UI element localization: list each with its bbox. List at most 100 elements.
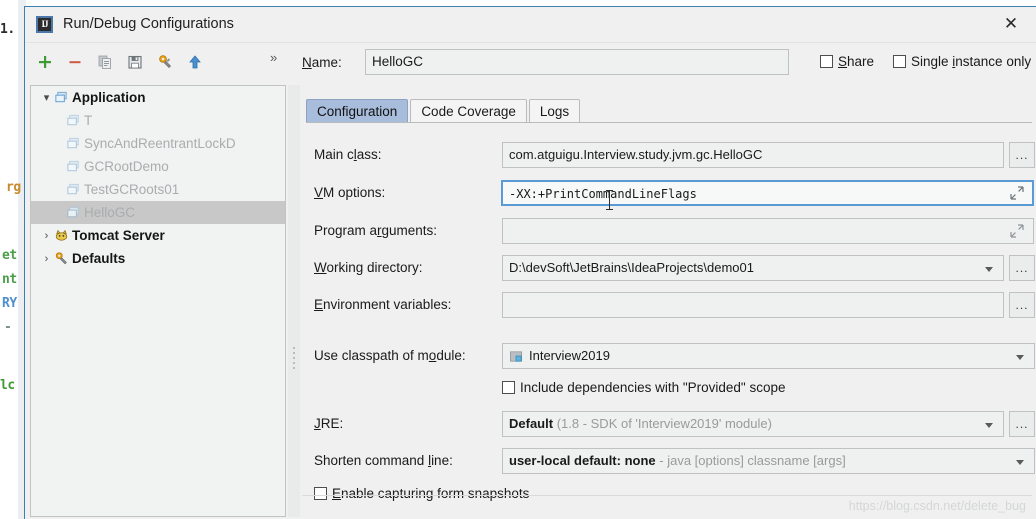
chevron-down-icon[interactable]: ▾ [39, 91, 54, 104]
tree-node-gcrootdemo[interactable]: GCRootDemo [31, 155, 285, 178]
shorten-value-detail: - java [options] classname [args] [659, 453, 846, 468]
configurations-tree[interactable]: ▾ Application T SyncAndReentrantLockD GC… [30, 85, 286, 517]
bg-code-line: RY [2, 296, 17, 311]
shorten-command-line-label: Shorten command line: [314, 453, 453, 468]
environment-variables-input[interactable] [502, 292, 1004, 318]
tree-node-label: Defaults [72, 251, 126, 266]
tree-node-label: Application [72, 90, 146, 105]
jre-browse-button[interactable]: ... [1009, 411, 1035, 437]
program-arguments-row: Program arguments: [302, 218, 1034, 246]
tabs-underline [306, 122, 1032, 123]
chevron-right-icon[interactable]: › [39, 230, 54, 242]
shorten-command-line-row: Shorten command line: user-local default… [302, 448, 1035, 476]
program-arguments-input[interactable] [502, 218, 1034, 244]
watermark: https://blog.csdn.net/delete_bug [848, 499, 1026, 513]
application-icon [66, 159, 84, 174]
checkbox-box [893, 55, 906, 68]
checkbox-box [314, 487, 327, 500]
form-footer-divider [302, 495, 1032, 496]
main-class-row: Main class: com.atguigu.Interview.study.… [302, 142, 1035, 170]
expand-arrows-icon[interactable] [1010, 224, 1024, 238]
jre-select[interactable]: Default (1.8 - SDK of 'Interview2019' mo… [502, 411, 1004, 437]
text-cursor [606, 190, 613, 210]
include-provided-scope-checkbox[interactable]: Include dependencies with "Provided" sco… [502, 380, 786, 395]
tree-node-application[interactable]: ▾ Application [31, 86, 285, 109]
run-debug-configurations-dialog: IJ Run/Debug Configurations ✕ » Name: He… [24, 6, 1036, 519]
working-directory-row: Working directory: D:\devSoft\JetBrains\… [302, 255, 1035, 283]
use-classpath-of-module-row: Use classpath of module: Interview2019 [302, 343, 1035, 371]
environment-variables-label: Environment variables: [314, 297, 452, 312]
main-class-input[interactable]: com.atguigu.Interview.study.jvm.gc.Hello… [502, 142, 1004, 168]
jre-label: JRE: [314, 416, 344, 431]
shorten-value-bold: user-local default: none [509, 453, 656, 468]
expand-arrows-icon[interactable] [1010, 186, 1024, 200]
tree-node-label: SyncAndReentrantLockD [84, 136, 236, 151]
wrench-icon [54, 251, 72, 266]
share-checkbox[interactable]: Share [820, 54, 874, 69]
environment-variables-browse-button[interactable]: ... [1009, 292, 1035, 318]
use-classpath-of-module-select[interactable]: Interview2019 [502, 343, 1035, 369]
tree-node-tomcat-server[interactable]: › Tomcat Server [31, 224, 285, 247]
name-label: Name: [302, 55, 342, 70]
chevron-down-icon[interactable] [1016, 460, 1024, 465]
tree-node-defaults[interactable]: › Defaults [31, 247, 285, 270]
chevron-down-icon[interactable] [985, 267, 993, 272]
application-icon [54, 90, 72, 105]
application-icon [66, 182, 84, 197]
bg-code-line: rg [6, 180, 21, 195]
environment-variables-row: Environment variables: ... [302, 292, 1035, 320]
add-configuration-button[interactable] [30, 48, 60, 76]
working-directory-input[interactable]: D:\devSoft\JetBrains\IdeaProjects\demo01 [502, 255, 1004, 281]
bg-code-line: et [2, 248, 17, 263]
enable-capturing-checkbox[interactable]: Enable capturing form snapshots [314, 486, 529, 501]
module-icon [509, 349, 524, 364]
configuration-tabs: Configuration Code Coverage Logs [306, 98, 582, 123]
chevron-right-icon[interactable]: › [39, 253, 54, 265]
vm-options-row: VM options: -XX:+PrintCommandLineFlags [302, 180, 1034, 208]
enable-capturing-label: Enable capturing form snapshots [332, 486, 530, 501]
tree-node-hellogc[interactable]: HelloGC [31, 201, 285, 224]
tab-logs[interactable]: Logs [528, 99, 581, 123]
tab-configuration[interactable]: Configuration [306, 99, 409, 123]
configurations-toolbar [30, 47, 210, 77]
checkbox-box [502, 381, 515, 394]
main-class-label: Main class: [314, 147, 382, 162]
working-directory-browse-button[interactable]: ... [1009, 255, 1035, 281]
jre-row: JRE: Default (1.8 - SDK of 'Interview201… [302, 411, 1035, 439]
shorten-command-line-select[interactable]: user-local default: none - java [options… [502, 448, 1035, 474]
background-editor: 1. rg et nt RY - lc [0, 0, 26, 519]
chevron-down-icon[interactable] [985, 423, 993, 428]
close-icon[interactable]: ✕ [988, 7, 1034, 41]
jre-value-detail: (1.8 - SDK of 'Interview2019' module) [556, 416, 772, 431]
remove-configuration-button[interactable] [60, 48, 90, 76]
tree-node-label: Tomcat Server [72, 228, 165, 243]
tomcat-icon [54, 228, 72, 243]
dialog-titlebar: IJ Run/Debug Configurations ✕ [25, 7, 1036, 43]
dialog-title: Run/Debug Configurations [63, 16, 234, 32]
tree-node-t[interactable]: T [31, 109, 285, 132]
checkbox-box [820, 55, 833, 68]
vm-options-label: VM options: [314, 185, 386, 200]
jre-value-bold: Default [509, 416, 554, 431]
tree-node-label: T [84, 113, 93, 128]
vm-options-input[interactable]: -XX:+PrintCommandLineFlags [501, 180, 1034, 206]
name-input[interactable]: HelloGC [365, 49, 789, 75]
tree-node-syncandreentrantlockd[interactable]: SyncAndReentrantLockD [31, 132, 285, 155]
tree-node-label: GCRootDemo [84, 159, 169, 174]
panel-splitter[interactable] [288, 85, 300, 517]
save-configuration-button[interactable] [120, 48, 150, 76]
splitter-grip [293, 347, 296, 373]
edit-defaults-wrench-icon[interactable] [150, 48, 180, 76]
chevron-down-icon[interactable] [1016, 355, 1024, 360]
toolbar-overflow-button[interactable]: » [270, 50, 277, 65]
application-icon [66, 136, 84, 151]
tab-code-coverage[interactable]: Code Coverage [410, 99, 527, 123]
dialog-top-row: » Name: HelloGC Share Single instance on… [25, 44, 1036, 82]
tree-node-testgcroots01[interactable]: TestGCRoots01 [31, 178, 285, 201]
single-instance-checkbox[interactable]: Single instance only [893, 54, 1031, 69]
tree-node-label: HelloGC [84, 205, 136, 220]
move-up-button[interactable] [180, 48, 210, 76]
main-class-browse-button[interactable]: ... [1009, 142, 1035, 168]
configuration-form-panel: Configuration Code Coverage Logs Main cl… [302, 85, 1035, 517]
copy-configuration-button[interactable] [90, 48, 120, 76]
